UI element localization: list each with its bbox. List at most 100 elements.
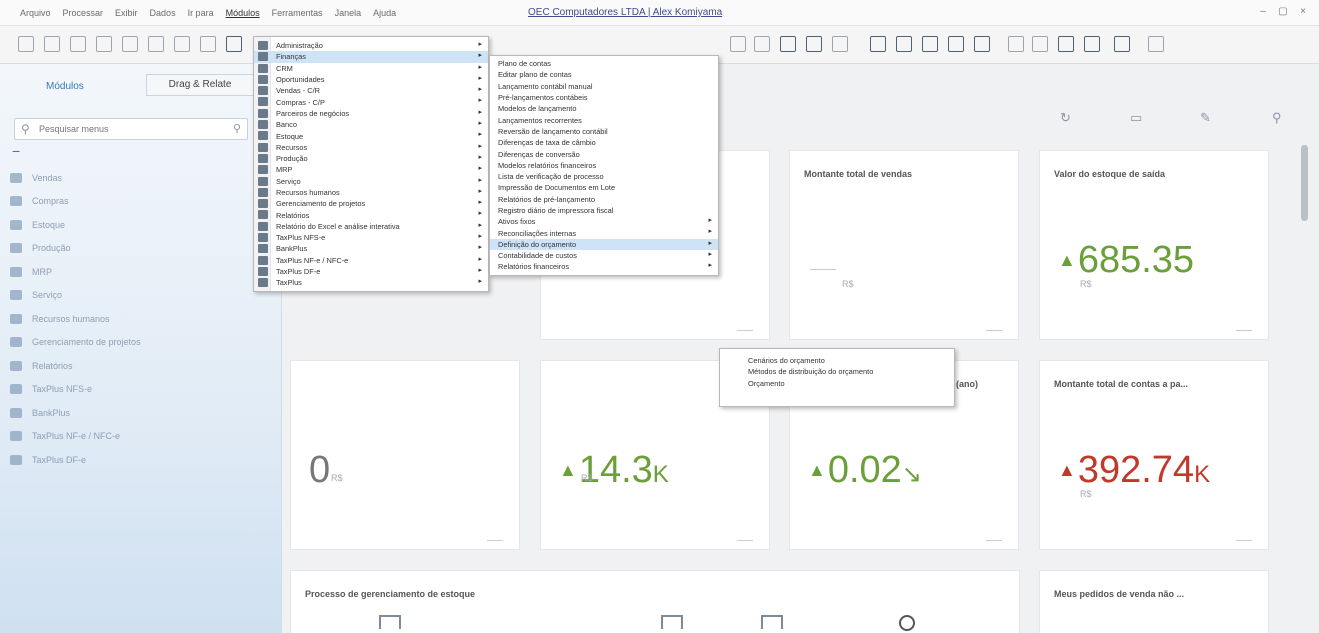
pdf-icon[interactable] <box>200 36 216 52</box>
card-menu[interactable] <box>487 540 503 541</box>
preview-icon[interactable] <box>96 36 112 52</box>
search-icon[interactable]: ⚲ <box>1272 110 1282 126</box>
menu-8[interactable]: Ajuda <box>373 8 396 18</box>
menu-item[interactable]: CRM ▸ <box>254 63 488 74</box>
menu-item[interactable]: Relatório do Excel e análise interativa ▸ <box>254 221 488 232</box>
menu-4[interactable]: Ir para <box>188 8 214 18</box>
sidebar-item[interactable]: Estoque <box>10 213 270 237</box>
card-menu[interactable] <box>986 330 1002 331</box>
new-icon[interactable] <box>18 36 34 52</box>
sidebar-item[interactable]: BankPlus <box>10 401 270 425</box>
menu-item[interactable]: Reconciliações internas ▸ <box>490 227 718 238</box>
kpi-card-total-sales[interactable]: Montante total de vendas R$ <box>789 150 1019 340</box>
messages-icon[interactable] <box>1032 36 1048 52</box>
sidebar-item[interactable]: Compras <box>10 190 270 214</box>
menu-item[interactable]: Cenários do orçamento <box>740 355 954 366</box>
card-menu[interactable] <box>986 540 1002 541</box>
menu-item[interactable]: Produção ▸ <box>254 153 488 164</box>
inventory-process-card[interactable]: Processo de gerenciamento de estoque <box>290 570 1020 633</box>
sidebar-item[interactable]: TaxPlus DF-e <box>10 448 270 472</box>
menu-6[interactable]: Ferramentas <box>272 8 323 18</box>
menu-item[interactable]: Lançamentos recorrentes <box>490 114 718 125</box>
collapse-icon[interactable]: − <box>12 143 20 159</box>
menu-item[interactable]: Relatórios financeiros ▸ <box>490 261 718 272</box>
minimize-button[interactable]: – <box>1257 6 1269 17</box>
menu-1[interactable]: Processar <box>63 8 104 18</box>
target-doc-icon[interactable] <box>806 36 822 52</box>
menu-item[interactable]: Finanças ▸ <box>254 51 488 63</box>
menu-item[interactable]: Reversão de lançamento contábil <box>490 126 718 137</box>
menu-item[interactable]: Estoque ▸ <box>254 130 488 141</box>
word-icon[interactable] <box>174 36 190 52</box>
kpi-card-zero[interactable]: 0 R$ <box>290 360 520 550</box>
drill-icon[interactable] <box>1114 36 1130 52</box>
table-icon[interactable] <box>922 36 938 52</box>
sidebar-item[interactable]: TaxPlus NF-e / NFC-e <box>10 425 270 449</box>
approval-icon[interactable] <box>1084 36 1100 52</box>
sidebar-item[interactable]: Relatórios <box>10 354 270 378</box>
menu-5[interactable]: Módulos <box>226 8 260 18</box>
menu-item[interactable]: Gerenciamento de projetos ▸ <box>254 198 488 209</box>
menu-item[interactable]: Diferenças de conversão <box>490 148 718 159</box>
menu-item[interactable]: Diferenças de taxa de câmbio <box>490 137 718 148</box>
menu-item[interactable]: Registro diário de impressora fiscal <box>490 205 718 216</box>
card-menu[interactable] <box>737 540 753 541</box>
chart-icon[interactable] <box>1058 36 1074 52</box>
menu-item[interactable]: Plano de contas <box>490 58 718 69</box>
sort-icon[interactable] <box>754 36 770 52</box>
menu-item[interactable]: Oportunidades ▸ <box>254 74 488 85</box>
sidebar-item[interactable]: MRP <box>10 260 270 284</box>
menu-0[interactable]: Arquivo <box>20 8 51 18</box>
window-icon[interactable]: ▭ <box>1130 110 1142 126</box>
menu-item[interactable]: Compras - C/P ▸ <box>254 96 488 107</box>
menu-item[interactable]: Relatórios de pré-lançamento <box>490 194 718 205</box>
menu-item[interactable]: Definição do orçamento ▸ <box>490 238 718 251</box>
menu-item[interactable]: Vendas - C/R ▸ <box>254 85 488 96</box>
print-icon[interactable] <box>70 36 86 52</box>
calendar-icon[interactable] <box>1008 36 1024 52</box>
card-menu[interactable] <box>1236 330 1252 331</box>
sidebar-item[interactable]: Gerenciamento de projetos <box>10 331 270 355</box>
menu-item[interactable]: Recursos ▸ <box>254 142 488 153</box>
menu-item[interactable]: Impressão de Documentos em Lote <box>490 182 718 193</box>
menu-item[interactable]: TaxPlus NFS-e ▸ <box>254 232 488 243</box>
menu-item[interactable]: Parceiros de negócios ▸ <box>254 108 488 119</box>
settings-icon[interactable] <box>896 36 912 52</box>
maximize-button[interactable]: ▢ <box>1277 6 1289 17</box>
refresh-icon[interactable]: ↻ <box>1060 110 1071 126</box>
menu-2[interactable]: Exibir <box>115 8 138 18</box>
menu-item[interactable]: Lançamento contábil manual <box>490 81 718 92</box>
menu-search-input[interactable] <box>39 122 235 136</box>
open-sales-orders-card[interactable]: Meus pedidos de venda não ... <box>1039 570 1269 633</box>
sidebar-item[interactable]: TaxPlus NFS-e <box>10 378 270 402</box>
menu-item[interactable]: TaxPlus ▸ <box>254 277 488 288</box>
sidebar-item[interactable]: Vendas <box>10 166 270 190</box>
users-icon[interactable] <box>948 36 964 52</box>
card-menu[interactable] <box>1236 540 1252 541</box>
email-icon[interactable] <box>122 36 138 52</box>
tab-drag-relate[interactable]: Drag & Relate <box>146 74 254 96</box>
search-options-icon[interactable]: ⚲ <box>233 122 241 135</box>
menu-item[interactable]: Orçamento <box>740 378 954 389</box>
sidebar-item[interactable]: Produção <box>10 237 270 261</box>
move-icon[interactable] <box>226 36 242 52</box>
menu-item[interactable]: Ativos fixos ▸ <box>490 216 718 227</box>
purchase-process-icon[interactable] <box>379 615 401 629</box>
menu-item[interactable]: Modelos de lançamento <box>490 103 718 114</box>
card-menu[interactable] <box>737 330 753 331</box>
menu-item[interactable]: Administração ▸ <box>254 40 488 51</box>
menu-item[interactable]: Métodos de distribuição do orçamento <box>740 366 954 377</box>
menu-item[interactable]: Banco ▸ <box>254 119 488 130</box>
menu-item[interactable]: Lista de verificação de processo <box>490 171 718 182</box>
layout-icon[interactable] <box>870 36 886 52</box>
user-icon[interactable] <box>974 36 990 52</box>
menu-item[interactable]: TaxPlus NF-e / NFC-e ▸ <box>254 255 488 266</box>
sidebar-item[interactable]: Recursos humanos <box>10 307 270 331</box>
close-button[interactable]: × <box>1297 6 1309 17</box>
menu-item[interactable]: Relatórios ▸ <box>254 209 488 220</box>
vertical-scrollbar[interactable] <box>1301 145 1308 221</box>
menu-item[interactable]: Serviço ▸ <box>254 176 488 187</box>
kpi-card-outgoing-stock[interactable]: Valor do estoque de saída ▲685.35 R$ <box>1039 150 1269 340</box>
help-icon[interactable] <box>1148 36 1164 52</box>
menu-item[interactable]: Pré-lançamentos contábeis <box>490 92 718 103</box>
